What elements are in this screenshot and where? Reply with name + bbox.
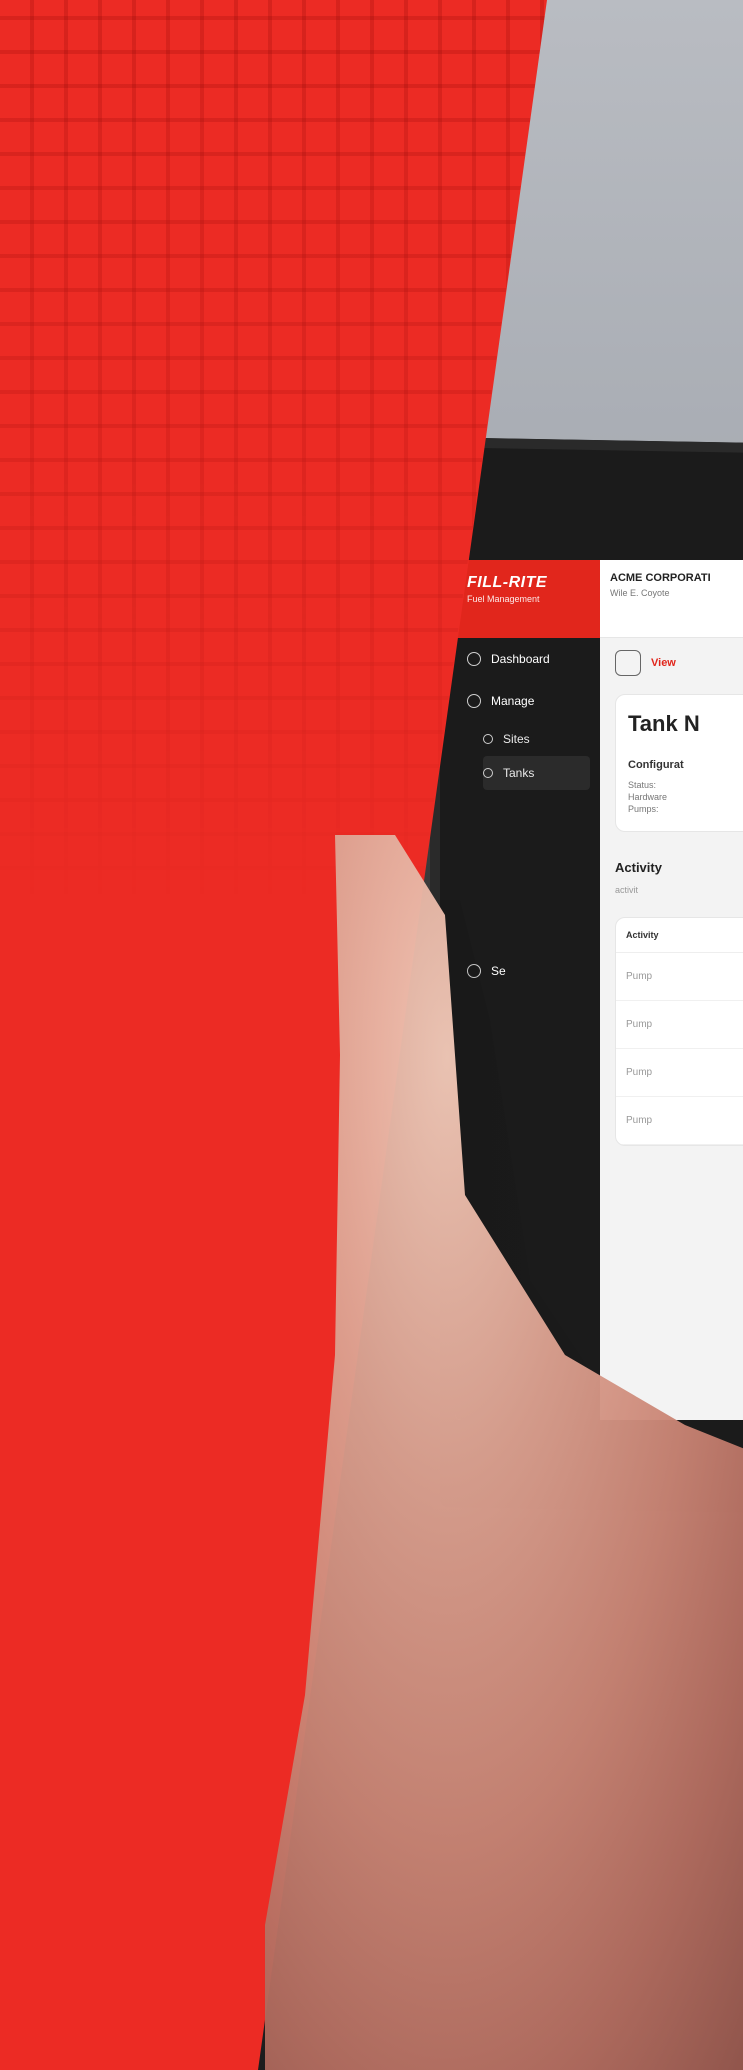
nav-dashboard-label: Dashboard xyxy=(491,652,550,666)
main-content: View Tank N Configurat Status: Hardware … xyxy=(615,650,743,1420)
tanks-icon xyxy=(483,768,493,778)
config-fields: Status: Hardware Pumps: xyxy=(628,779,742,815)
dashboard-icon xyxy=(467,652,481,666)
activity-row[interactable]: Pump xyxy=(616,1049,743,1097)
manage-icon xyxy=(467,694,481,708)
config-hardware: Hardware xyxy=(628,792,668,802)
nav-sites-label: Sites xyxy=(503,732,530,746)
nav-sites[interactable]: Sites xyxy=(483,722,600,756)
activity-section: Activity activit Activity Pump Pump Pump… xyxy=(615,860,743,1146)
activity-row[interactable]: Pump xyxy=(616,953,743,1001)
activity-row[interactable]: Pump xyxy=(616,1097,743,1145)
view-link[interactable]: View xyxy=(651,657,676,669)
scene: FILL-RITE Fuel Management Dashboard Mana… xyxy=(0,0,743,2070)
brand-header: FILL-RITE Fuel Management xyxy=(455,560,600,638)
sites-icon xyxy=(483,734,493,744)
config-title: Configurat xyxy=(628,759,684,771)
activity-subtitle: activit xyxy=(615,885,639,895)
activity-title: Activity xyxy=(615,860,662,875)
config-pumps: Pumps: xyxy=(628,804,659,814)
tank-icon xyxy=(615,650,641,676)
org-name: ACME CORPORATI xyxy=(610,572,711,584)
brand-subtitle: Fuel Management xyxy=(467,594,540,604)
topbar: ACME CORPORATI Wile E. Coyote xyxy=(600,560,743,638)
nav-tanks-label: Tanks xyxy=(503,766,535,780)
content-toolbar: View xyxy=(615,650,743,676)
nav-manage-label: Manage xyxy=(491,694,535,708)
nav-dashboard[interactable]: Dashboard xyxy=(455,638,600,680)
tank-card: Tank N Configurat Status: Hardware Pumps… xyxy=(615,694,743,832)
activity-table: Activity Pump Pump Pump Pump xyxy=(615,917,743,1146)
config-status: Status: xyxy=(628,780,657,790)
nav-manage[interactable]: Manage xyxy=(455,680,600,722)
activity-column-header: Activity xyxy=(616,918,743,953)
tank-title: Tank N xyxy=(628,711,700,736)
nav-tanks[interactable]: Tanks xyxy=(483,756,590,790)
user-name: Wile E. Coyote xyxy=(610,588,670,598)
nav-manage-submenu: Sites Tanks xyxy=(455,722,600,790)
brand-name: FILL-RITE xyxy=(467,574,548,591)
activity-row[interactable]: Pump xyxy=(616,1001,743,1049)
nav-settings-label: Se xyxy=(491,964,506,978)
